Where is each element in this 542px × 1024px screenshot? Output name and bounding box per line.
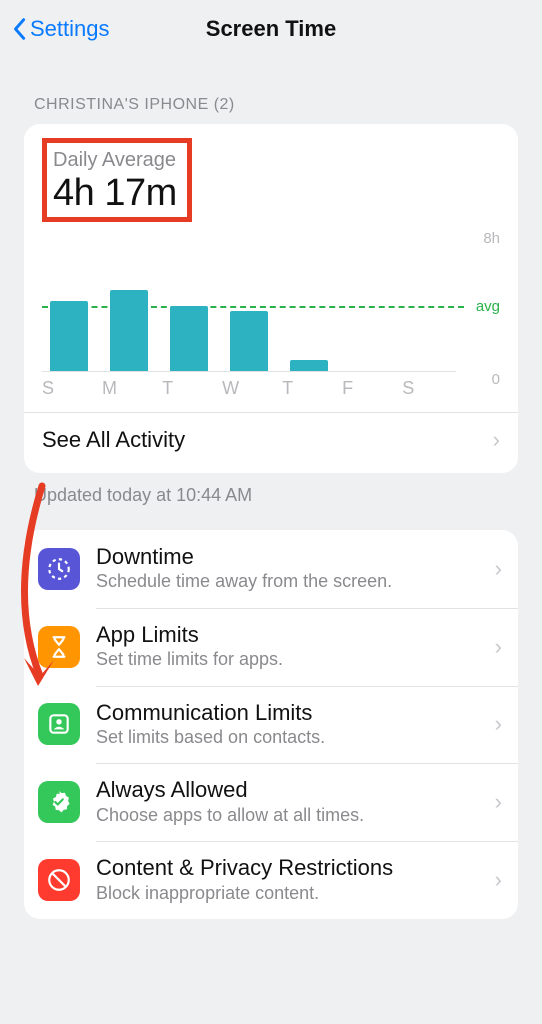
see-all-label: See All Activity <box>42 427 185 453</box>
chevron-right-icon: › <box>495 556 502 582</box>
chart-day-label: F <box>342 378 353 399</box>
back-button[interactable]: Settings <box>12 16 110 42</box>
row-subtitle: Block inappropriate content. <box>96 882 479 905</box>
chart-day-label: W <box>222 378 239 399</box>
updated-text: Updated today at 10:44 AM <box>0 473 542 506</box>
contact-icon <box>38 703 80 745</box>
navbar: Settings Screen Time <box>0 0 542 58</box>
chart-day-col: W <box>222 242 276 371</box>
row-text: Communication LimitsSet limits based on … <box>96 700 479 750</box>
row-text: App LimitsSet time limits for apps. <box>96 622 479 672</box>
chevron-right-icon: › <box>495 867 502 893</box>
chart-bar <box>50 301 88 371</box>
row-subtitle: Schedule time away from the screen. <box>96 570 479 593</box>
chart-day-label: T <box>282 378 293 399</box>
chart-day-label: T <box>162 378 173 399</box>
row-subtitle: Set time limits for apps. <box>96 648 479 671</box>
y-tick-bottom: 0 <box>492 371 500 388</box>
row-subtitle: Set limits based on contacts. <box>96 726 479 749</box>
settings-row-hourglass[interactable]: App LimitsSet time limits for apps. › <box>24 608 518 686</box>
chart-day-col: T <box>282 242 336 371</box>
chevron-right-icon: › <box>495 711 502 737</box>
settings-row-check-badge[interactable]: Always AllowedChoose apps to allow at al… <box>24 763 518 841</box>
settings-row-downtime[interactable]: DowntimeSchedule time away from the scre… <box>24 530 518 608</box>
chart-day-col: S <box>402 242 456 371</box>
hourglass-icon <box>38 626 80 668</box>
chevron-right-icon: › <box>495 789 502 815</box>
row-title: Communication Limits <box>96 700 479 726</box>
row-text: Content & Privacy RestrictionsBlock inap… <box>96 855 479 905</box>
row-title: Downtime <box>96 544 479 570</box>
row-title: App Limits <box>96 622 479 648</box>
avg-label: avg <box>476 298 500 315</box>
row-text: Always AllowedChoose apps to allow at al… <box>96 777 479 827</box>
chart-day-col: T <box>162 242 216 371</box>
usage-chart: 8h 0 avg SMTWTFS <box>42 238 500 398</box>
chart-day-label: S <box>42 378 54 399</box>
chevron-right-icon: › <box>495 634 502 660</box>
settings-list: DowntimeSchedule time away from the scre… <box>24 530 518 919</box>
settings-row-no-entry[interactable]: Content & Privacy RestrictionsBlock inap… <box>24 841 518 919</box>
row-subtitle: Choose apps to allow at all times. <box>96 804 479 827</box>
no-entry-icon <box>38 859 80 901</box>
chart-day-label: S <box>402 378 414 399</box>
chart-day-col: S <box>42 242 96 371</box>
chart-day-label: M <box>102 378 117 399</box>
row-title: Always Allowed <box>96 777 479 803</box>
settings-row-contact[interactable]: Communication LimitsSet limits based on … <box>24 686 518 764</box>
section-header: CHRISTINA'S IPHONE (2) <box>0 58 542 124</box>
row-title: Content & Privacy Restrictions <box>96 855 479 881</box>
chart-bar <box>290 360 328 371</box>
row-text: DowntimeSchedule time away from the scre… <box>96 544 479 594</box>
daily-average-value: 4h 17m <box>53 172 177 215</box>
daily-average-highlight: Daily Average 4h 17m <box>42 138 192 222</box>
back-label: Settings <box>30 16 110 42</box>
see-all-activity[interactable]: See All Activity › <box>42 413 500 463</box>
downtime-icon <box>38 548 80 590</box>
chart-bar <box>170 306 208 371</box>
chart-bar <box>110 290 148 371</box>
y-tick-top: 8h <box>483 230 500 247</box>
chart-bar <box>230 311 268 371</box>
chevron-left-icon <box>12 17 26 41</box>
chart-day-col: M <box>102 242 156 371</box>
daily-average-label: Daily Average <box>53 149 177 172</box>
check-badge-icon <box>38 781 80 823</box>
chart-day-col: F <box>342 242 396 371</box>
usage-card: Daily Average 4h 17m 8h 0 avg SMTWTFS Se… <box>24 124 518 473</box>
chevron-right-icon: › <box>493 427 500 453</box>
